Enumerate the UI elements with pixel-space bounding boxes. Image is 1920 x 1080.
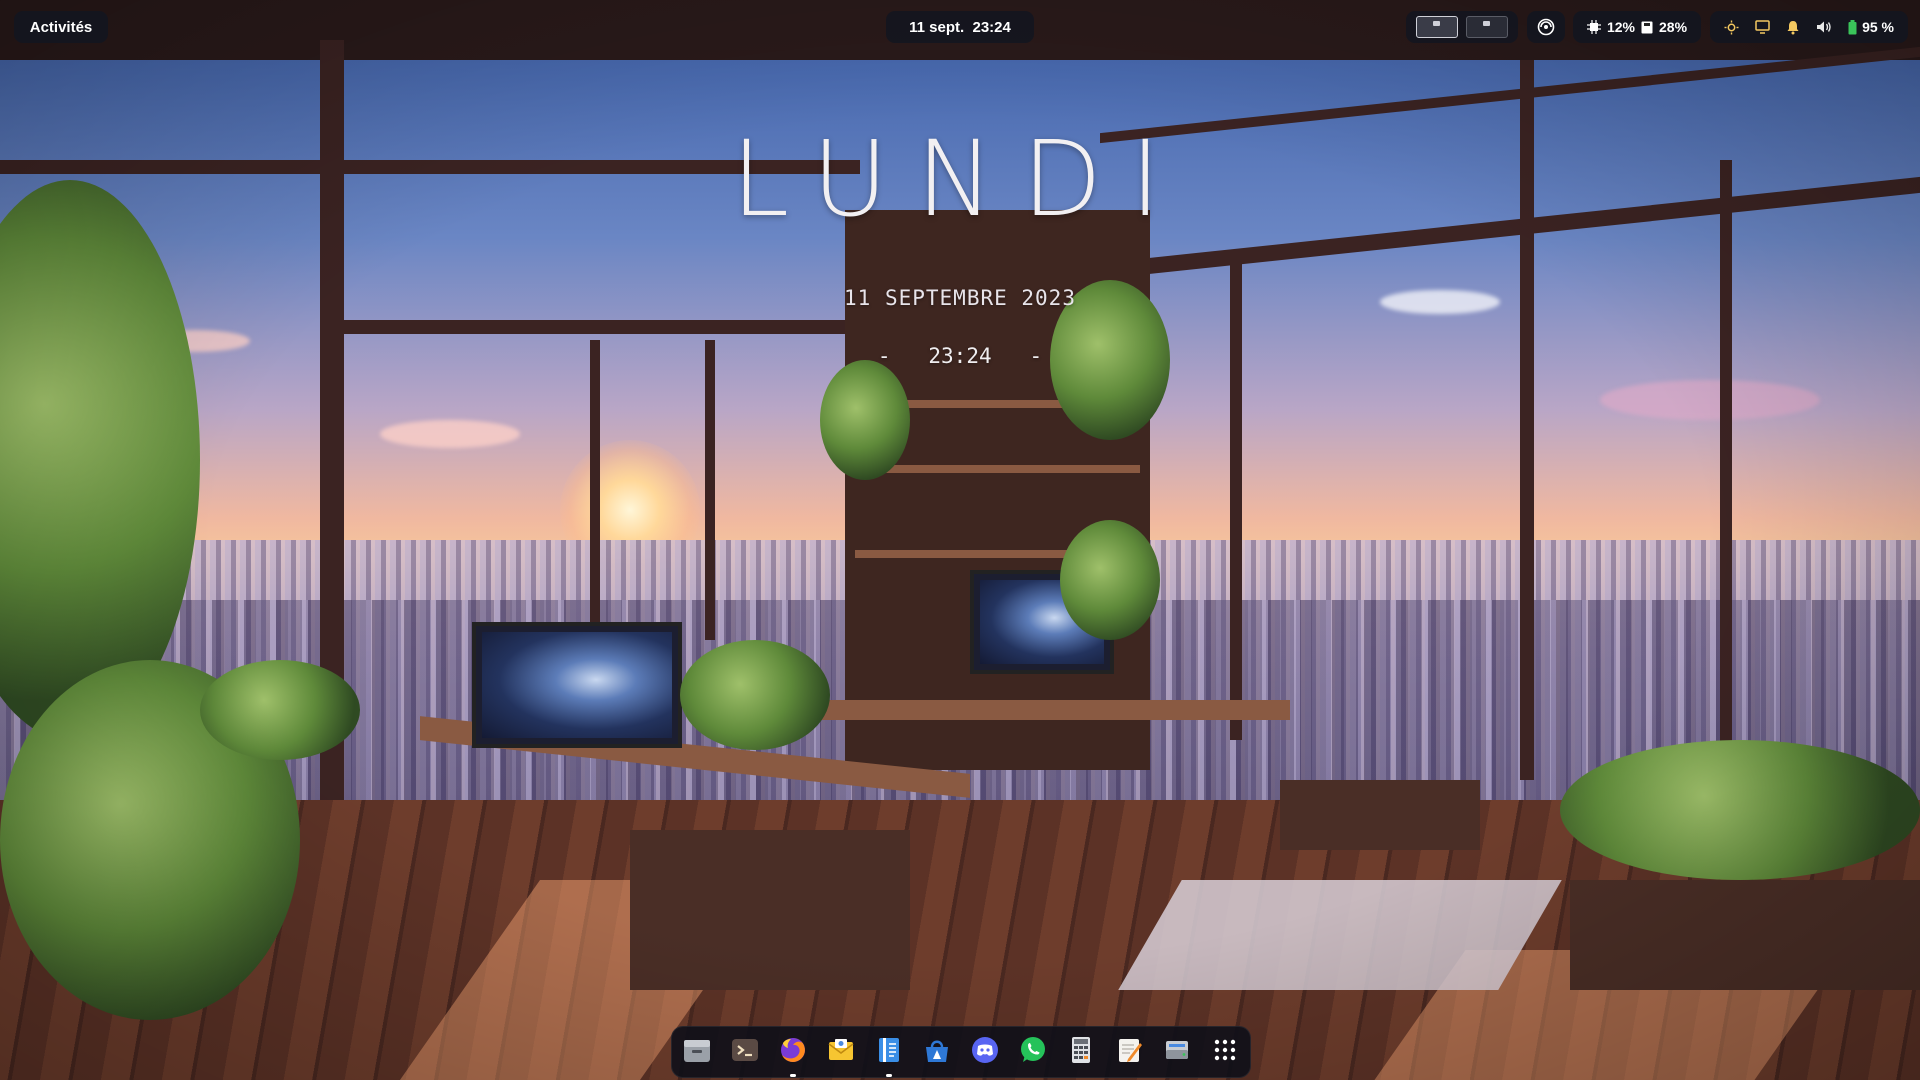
widget-time: - 23:24 -	[877, 344, 1043, 368]
dock-mail[interactable]	[823, 1034, 859, 1070]
notes-icon	[1114, 1035, 1144, 1069]
widget-date: 11 SEPTEMBRE 2023	[844, 286, 1076, 310]
activities-button[interactable]: Activités	[14, 11, 108, 43]
dock-show-apps[interactable]	[1207, 1034, 1243, 1070]
running-indicator	[886, 1074, 892, 1077]
dock-whatsapp[interactable]	[1015, 1034, 1051, 1070]
day-of-week-title: LUNDI	[731, 118, 1189, 240]
system-monitor[interactable]: 12% 28%	[1573, 11, 1701, 43]
dock-calculator[interactable]	[1063, 1034, 1099, 1070]
mail-icon	[826, 1036, 856, 1068]
calculator-icon	[1066, 1035, 1096, 1069]
system-menu-button[interactable]: 95 %	[1710, 11, 1908, 43]
battery-percentage: 95 %	[1862, 19, 1894, 35]
dock-notes[interactable]	[1111, 1034, 1147, 1070]
memory-usage: 28%	[1659, 19, 1688, 35]
dock-discord[interactable]	[967, 1034, 1003, 1070]
notification-bell-icon	[1786, 20, 1800, 35]
text-editor-icon	[874, 1035, 904, 1069]
dock-files[interactable]	[679, 1034, 715, 1070]
cpu-usage: 12%	[1606, 19, 1635, 35]
activities-label: Activités	[29, 18, 93, 36]
app-store-icon	[922, 1035, 952, 1069]
files-icon	[682, 1036, 712, 1068]
discord-icon	[970, 1035, 1000, 1069]
dock-text-editor[interactable]	[871, 1034, 907, 1077]
workspace-2-thumbnail[interactable]	[1466, 16, 1508, 38]
running-indicator	[790, 1074, 796, 1077]
whatsapp-icon	[1018, 1035, 1048, 1069]
workspace-1-thumbnail[interactable]	[1416, 16, 1458, 38]
disk-utility-icon	[1162, 1035, 1192, 1069]
dock-firefox[interactable]	[775, 1034, 811, 1077]
dock	[671, 1026, 1251, 1078]
dock-disk-utility[interactable]	[1159, 1034, 1195, 1070]
brightness-icon	[1724, 20, 1739, 35]
app-grid-icon	[1213, 1038, 1237, 1066]
vpn-indicator-button[interactable]	[1527, 11, 1565, 43]
battery-status: 95 %	[1848, 19, 1894, 35]
battery-icon	[1848, 19, 1857, 35]
cpu-icon	[1586, 20, 1601, 34]
volume-icon	[1816, 20, 1832, 34]
dock-app-store[interactable]	[919, 1034, 955, 1070]
clock-button[interactable]: 11 sept. 23:24	[886, 11, 1034, 43]
display-icon	[1755, 20, 1770, 34]
workspace-indicator	[1406, 11, 1518, 43]
memory-icon	[1641, 21, 1653, 34]
clock-label: 11 sept. 23:24	[909, 18, 1011, 36]
terminal-icon	[730, 1036, 760, 1068]
vpn-icon	[1537, 18, 1555, 36]
dock-terminal[interactable]	[727, 1034, 763, 1070]
firefox-icon	[778, 1035, 808, 1069]
